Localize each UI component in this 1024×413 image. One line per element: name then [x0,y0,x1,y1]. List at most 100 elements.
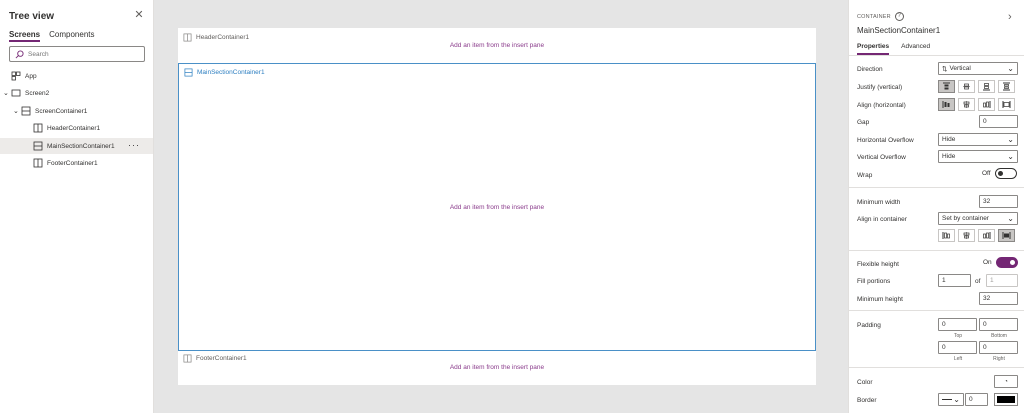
tree-view-title: Tree view [9,11,55,22]
tree-node-label: App [25,72,37,80]
main-section-container[interactable]: MainSectionContainer1 Add an item from t… [178,63,816,351]
align-stretch-icon [1002,232,1011,239]
minimum-height-label: Minimum height [857,296,903,303]
chevron-down-icon: ⌄ [1007,64,1014,73]
flexible-height-switch[interactable] [995,257,1018,268]
color-picker-button[interactable]: ◔ [994,375,1018,388]
tree-node-footer-container[interactable]: FooterContainer1 [33,155,98,171]
padding-bottom-input[interactable]: 0 [979,318,1018,331]
tree-node-screen-container[interactable]: ⌄ ScreenContainer1 [13,103,87,119]
flexible-height-label: Flexible height [857,261,899,268]
padding-top-input[interactable]: 0 [938,318,977,331]
horizontal-container-icon [33,158,43,168]
tree-node-main-section-container[interactable]: MainSectionContainer1 ··· [0,138,153,154]
search-input[interactable] [28,50,128,58]
justify-top-icon [943,82,950,90]
tab-advanced[interactable]: Advanced [901,43,930,55]
justify-buttons [938,80,1015,93]
search-box[interactable] [9,46,145,62]
wrap-label: Wrap [857,172,873,179]
justify-space-between-button[interactable] [998,80,1015,93]
align-left-icon [942,101,950,108]
info-icon[interactable]: ? [894,12,904,21]
tree-node-label: ScreenContainer1 [35,107,88,115]
fill-of-label: of [975,278,981,285]
align-self-right-button[interactable] [978,229,995,242]
wrap-switch[interactable] [994,168,1017,179]
chevron-down-icon[interactable]: ⌄ [13,107,21,115]
close-icon[interactable]: ✕ [133,9,145,21]
divider [849,310,1024,311]
chevron-down-icon[interactable]: ⌄ [3,89,11,97]
padding-left-input[interactable]: 0 [938,341,977,354]
vertical-container-icon [184,68,193,77]
align-in-container-dropdown[interactable]: Set by container ⌄ [938,212,1018,225]
horizontal-container-icon [183,354,192,363]
padding-label: Padding [857,322,881,329]
divider [849,367,1024,368]
properties-tabs: Properties Advanced [857,43,930,55]
header-container-label: HeaderContainer1 [183,33,249,42]
vertical-container-icon [33,141,43,151]
divider [849,187,1024,188]
flexible-height-toggle[interactable]: On [983,257,1018,268]
justify-label: Justify (vertical) [857,84,903,91]
justify-top-button[interactable] [938,80,955,93]
screen2-canvas[interactable]: HeaderContainer1 Add an item from the in… [178,28,816,385]
tree-node-header-container[interactable]: HeaderContainer1 [33,120,100,136]
gap-label: Gap [857,119,870,126]
vertical-overflow-dropdown[interactable]: Hide ⌄ [938,150,1018,163]
justify-center-icon [963,83,970,90]
align-center-icon [963,101,970,108]
align-label: Align (horizontal) [857,102,906,109]
fill-portions-input[interactable]: 1 [938,274,971,287]
align-self-stretch-button[interactable] [998,229,1015,242]
align-self-buttons [938,229,1015,242]
border-color-picker[interactable] [994,393,1018,406]
vertical-overflow-label: Vertical Overflow [857,154,906,161]
footer-container-label: FooterContainer1 [183,354,247,363]
paint-bucket-icon: ◔ [1004,378,1008,385]
vertical-container-icon [21,106,31,116]
align-self-center-button[interactable] [958,229,975,242]
padding-right-input[interactable]: 0 [979,341,1018,354]
chevron-right-icon[interactable]: › [1008,11,1012,23]
align-self-left-button[interactable] [938,229,955,242]
minimum-width-input[interactable]: 32 [979,195,1018,208]
tab-screens[interactable]: Screens [9,30,41,42]
wrap-toggle[interactable]: Off [982,168,1017,179]
tab-properties[interactable]: Properties [857,43,890,55]
border-style-dropdown[interactable]: ⌄ [938,393,964,406]
align-right-button[interactable] [978,98,995,111]
border-width-input[interactable]: 0 [965,393,988,406]
footer-container[interactable]: FooterContainer1 Add an item from the in… [178,352,816,385]
minimum-height-input[interactable]: 32 [979,292,1018,305]
tree-node-screen2[interactable]: ⌄ Screen2 [3,85,49,101]
fill-portions-label: Fill portions [857,278,891,285]
horizontal-overflow-dropdown[interactable]: Hide ⌄ [938,133,1018,146]
control-name[interactable]: MainSectionContainer1 [857,26,940,35]
align-center-button[interactable] [958,98,975,111]
align-stretch-icon [1002,101,1011,108]
padding-right-caption: Right [993,356,1005,362]
align-left-button[interactable] [938,98,955,111]
justify-bottom-button[interactable] [978,80,995,93]
search-icon [15,49,24,58]
properties-panel: CONTAINER ? MainSectionContainer1 › Prop… [848,0,1024,413]
control-category: CONTAINER ? [857,12,904,21]
divider [849,250,1024,251]
align-buttons [938,98,1015,111]
horizontal-container-icon [183,33,192,42]
justify-center-button[interactable] [958,80,975,93]
main-section-container-label: MainSectionContainer1 [184,68,265,77]
direction-dropdown[interactable]: ⇅ Vertical ⌄ [938,62,1018,75]
align-right-icon [983,232,991,239]
tab-components[interactable]: Components [49,30,94,42]
gap-input[interactable]: 0 [979,115,1018,128]
design-canvas: HeaderContainer1 Add an item from the in… [154,0,848,413]
tree-node-app[interactable]: App [11,68,37,84]
header-container[interactable]: HeaderContainer1 Add an item from the in… [178,28,816,62]
more-options-icon[interactable]: ··· [128,140,140,150]
align-stretch-button[interactable] [998,98,1015,111]
tree-node-label: FooterContainer1 [47,159,98,167]
